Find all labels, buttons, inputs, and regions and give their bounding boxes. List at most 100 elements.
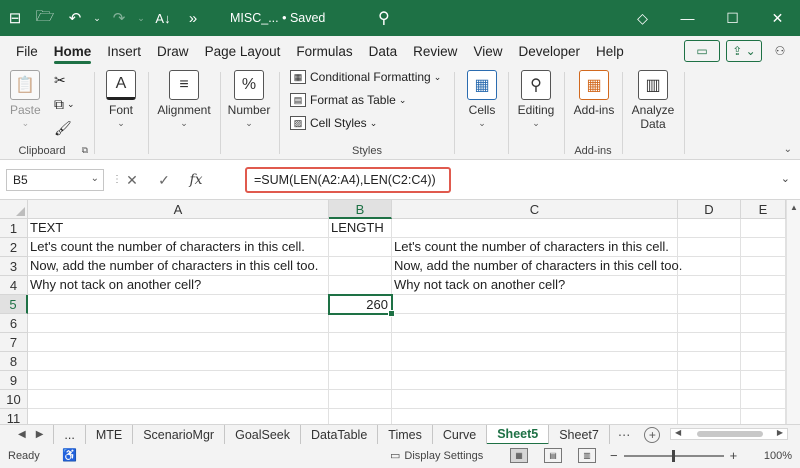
prev-sheet-icon[interactable]: ◀ (18, 429, 26, 440)
undo-dropdown-icon[interactable]: ⌄ (90, 0, 104, 36)
page-layout-view-icon[interactable]: ▤ (544, 448, 562, 463)
sheet-tab-scenariomgr[interactable]: ScenarioMgr (133, 424, 226, 445)
empty-cell[interactable] (678, 314, 741, 333)
empty-cell[interactable] (329, 257, 392, 276)
row-header-7[interactable]: 7 (0, 333, 28, 352)
cells-button[interactable]: ▦ Cells ⌄ (464, 70, 500, 129)
search-icon[interactable]: ⚲ (378, 0, 398, 36)
empty-cell[interactable] (741, 333, 786, 352)
empty-cell[interactable] (392, 409, 678, 424)
row-header-9[interactable]: 9 (0, 371, 28, 390)
cell-a4[interactable]: Why not tack on another cell? (28, 276, 329, 295)
analyze-data-button[interactable]: ▥ Analyze Data (630, 70, 676, 131)
empty-cell[interactable] (678, 219, 741, 238)
empty-cell[interactable] (741, 390, 786, 409)
tab-insert[interactable]: Insert (99, 36, 149, 66)
tab-developer[interactable]: Developer (510, 36, 588, 66)
empty-cell[interactable] (741, 352, 786, 371)
empty-cell[interactable] (28, 314, 329, 333)
empty-cell[interactable] (678, 257, 741, 276)
empty-cell[interactable] (678, 352, 741, 371)
sort-ascending-icon[interactable]: A↓ (148, 0, 178, 36)
cell-c2[interactable]: Let's count the number of characters in … (392, 238, 678, 257)
empty-cell[interactable] (678, 333, 741, 352)
scroll-left-icon[interactable]: ◀ (675, 428, 681, 437)
empty-cell[interactable] (392, 314, 678, 333)
row-header-4[interactable]: 4 (0, 276, 28, 295)
row-header-8[interactable]: 8 (0, 352, 28, 371)
cell-styles-button[interactable]: ▨ Cell Styles ⌄ (290, 116, 377, 130)
cell-b1[interactable]: LENGTH (329, 219, 392, 238)
sheet-tab-goalseek[interactable]: GoalSeek (225, 424, 301, 445)
zoom-percent[interactable]: 100% (764, 450, 792, 462)
open-folder-icon[interactable]: 🗁 (30, 0, 60, 36)
empty-cell[interactable] (741, 409, 786, 424)
conditional-formatting-button[interactable]: ▦ Conditional Formatting ⌄ (290, 70, 441, 84)
empty-cell[interactable] (678, 276, 741, 295)
cell-a1[interactable]: TEXT (28, 219, 329, 238)
column-header-a[interactable]: A (28, 200, 329, 219)
cell-c4[interactable]: Why not tack on another cell? (392, 276, 678, 295)
sheet-tab-times[interactable]: Times (378, 424, 433, 445)
empty-cell[interactable] (678, 409, 741, 424)
empty-cell[interactable] (392, 371, 678, 390)
insert-function-icon[interactable]: fx (182, 169, 210, 191)
cell-a2[interactable]: Let's count the number of characters in … (28, 238, 329, 257)
cell-b5[interactable]: 260 (328, 294, 395, 317)
empty-cell[interactable] (329, 409, 392, 424)
empty-cell[interactable] (392, 352, 678, 371)
scroll-right-icon[interactable]: ▶ (777, 428, 783, 437)
redo-icon[interactable]: ↷ (104, 0, 134, 36)
sheet-tab-mte[interactable]: MTE (86, 424, 134, 445)
sheet-overflow[interactable]: ... (53, 424, 86, 445)
close-icon[interactable]: ✕ (755, 0, 800, 36)
redo-dropdown-icon[interactable]: ⌄ (134, 0, 148, 36)
cell-a3[interactable]: Now, add the number of characters in thi… (28, 257, 329, 276)
tab-draw[interactable]: Draw (149, 36, 197, 66)
number-button[interactable]: % Number ⌄ (227, 70, 271, 129)
tab-help[interactable]: Help (588, 36, 632, 66)
cut-button[interactable]: ✂ (54, 72, 66, 89)
format-as-table-button[interactable]: ▤ Format as Table ⌄ (290, 93, 406, 107)
scroll-thumb[interactable] (697, 431, 763, 437)
empty-cell[interactable] (741, 371, 786, 390)
vertical-scrollbar[interactable]: ▲ (786, 200, 800, 424)
empty-cell[interactable] (678, 295, 741, 314)
tab-page-layout[interactable]: Page Layout (197, 36, 289, 66)
column-header-b[interactable]: B (329, 200, 392, 219)
font-button[interactable]: A Font ⌄ (104, 70, 138, 129)
sheet-tab-sheet7[interactable]: Sheet7 (549, 424, 610, 445)
zoom-slider[interactable] (623, 449, 724, 462)
copy-button[interactable]: ⧉ ⌄ (54, 96, 75, 113)
row-header-3[interactable]: 3 (0, 257, 28, 276)
select-all-corner[interactable] (0, 200, 28, 219)
empty-cell[interactable] (28, 371, 329, 390)
empty-cell[interactable] (329, 371, 392, 390)
empty-cell[interactable] (741, 314, 786, 333)
premium-diamond-icon[interactable]: ◇ (620, 0, 665, 36)
empty-cell[interactable] (28, 409, 329, 424)
zoom-in-icon[interactable]: + (730, 448, 738, 463)
enter-icon[interactable]: ✓ (150, 169, 178, 191)
empty-cell[interactable] (392, 219, 678, 238)
column-header-e[interactable]: E (741, 200, 786, 219)
format-painter-button[interactable]: 🖌 (54, 120, 72, 137)
editing-button[interactable]: ⚲ Editing ⌄ (514, 70, 558, 129)
paste-button[interactable]: 📋 Paste ⌄ (10, 70, 41, 129)
sheet-tab-sheet5[interactable]: Sheet5 (487, 424, 550, 445)
empty-cell[interactable] (741, 238, 786, 257)
row-header-5[interactable]: 5 (0, 295, 28, 314)
maximize-icon[interactable]: ☐ (710, 0, 755, 36)
undo-icon[interactable]: ↶ (60, 0, 90, 36)
empty-cell[interactable] (329, 390, 392, 409)
cancel-icon[interactable]: ✕ (118, 169, 146, 191)
tab-formulas[interactable]: Formulas (288, 36, 360, 66)
more-sheets-icon[interactable]: ⋯ (610, 427, 639, 442)
next-sheet-icon[interactable]: ▶ (36, 429, 44, 440)
empty-cell[interactable] (678, 390, 741, 409)
horizontal-scrollbar[interactable]: ◀ ▶ (670, 428, 788, 440)
zoom-out-icon[interactable]: − (610, 448, 618, 463)
row-header-2[interactable]: 2 (0, 238, 28, 257)
column-header-d[interactable]: D (678, 200, 741, 219)
tab-file[interactable]: File (0, 36, 46, 66)
